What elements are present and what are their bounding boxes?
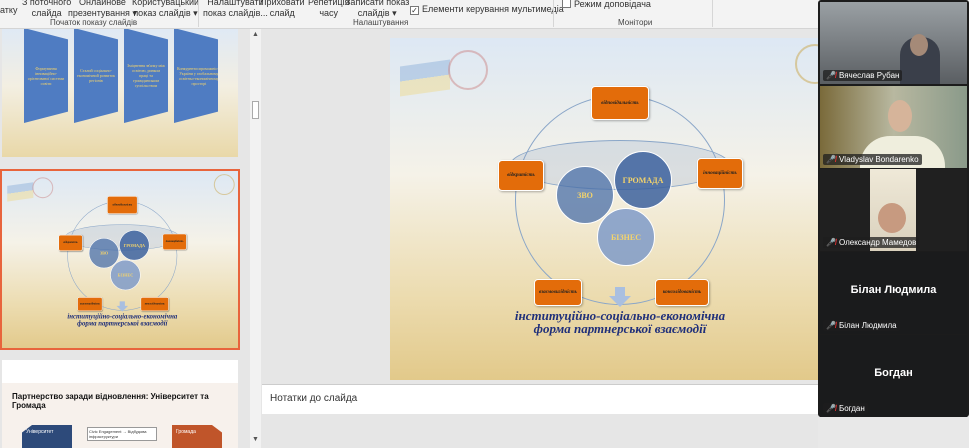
diagram-title-line2: форма партнерської взаємодії	[77, 319, 168, 327]
thumbnails-scrollbar[interactable]: ▲ ▼	[250, 29, 261, 448]
box-mutual-benefit: взаємовигідність	[534, 279, 582, 306]
box-responsibility: відповідальність	[591, 86, 649, 120]
down-arrow-icon	[609, 287, 631, 307]
thumb3-university: Університет	[22, 425, 72, 448]
ribbon-button-setup-show[interactable]: Налаштувати показ слайдів...	[203, 0, 268, 19]
emblem-icon	[213, 174, 235, 196]
thumb1-box: Формування інноваційно-орієнтованої сист…	[24, 29, 68, 123]
box-innovation: інноваційність	[162, 233, 187, 250]
presenter-mode-checkbox[interactable]: Режим доповідача	[562, 0, 651, 10]
notes-placeholder: Нотатки до слайда	[270, 393, 358, 404]
slide-thumbnail-2-selected[interactable]: ЗВО ГРОМАДА БІЗНЕС відповідальність відк…	[0, 169, 240, 350]
diagram-title: інституційно-соціально-економічна форма …	[54, 313, 190, 327]
mic-muted-icon: 🎤̸	[826, 404, 836, 413]
scroll-up-arrow[interactable]: ▲	[252, 31, 259, 38]
flag-image	[7, 182, 34, 202]
box-openness: відкритість	[58, 234, 83, 252]
participant-tile[interactable]: 🎤̸ Вячеслав Рубан	[820, 2, 967, 84]
circle-business: БІЗНЕС	[597, 208, 655, 266]
mic-muted-icon: 🎤̸	[826, 238, 836, 247]
notes-field[interactable]: Нотатки до слайда	[262, 384, 818, 414]
flag-image	[400, 59, 450, 97]
status-area	[818, 417, 969, 448]
ribbon-button-from-current[interactable]: З поточного слайда	[22, 0, 71, 19]
presenter-mode-label: Режим доповідача	[574, 0, 651, 9]
university-seal-icon	[448, 50, 488, 90]
participant-display-name: Білан Людмила	[850, 284, 937, 296]
box-consolidation: консолідованість	[140, 297, 169, 312]
ribbon-button-from-start[interactable]: атку	[0, 5, 17, 16]
box-openness: відкритість	[498, 160, 544, 191]
thumb3-community: Громада	[172, 425, 222, 448]
circle-hromada: ГРОМАДА	[119, 230, 150, 261]
thumb2-slide-preview: ЗВО ГРОМАДА БІЗНЕС відповідальність відк…	[2, 171, 238, 348]
scroll-down-arrow[interactable]: ▼	[252, 436, 259, 443]
group-label-monitors: Монітори	[618, 18, 653, 27]
outer-ring	[67, 200, 178, 311]
thumb1-box: Конкурентоспроможність України у глобаль…	[174, 29, 218, 123]
thumb3-title: Партнерство заради відновлення: Універси…	[12, 392, 209, 410]
group-label-start: Початок показу слайдів	[50, 18, 138, 27]
mic-muted-icon: 🎤̸	[826, 155, 836, 164]
group-label-setup: Налаштування	[353, 18, 409, 27]
ribbon-button-custom-show[interactable]: Користувацький показ слайдів ▾	[132, 0, 199, 19]
box-innovation: інноваційність	[697, 158, 743, 189]
divider	[553, 0, 554, 27]
thumb1-box: Зміцнення зв'язку між освітою, ринком пр…	[124, 29, 168, 123]
participant-tile[interactable]: 🎤̸ Олександр Мамедов	[820, 169, 967, 251]
circle-business: БІЗНЕС	[110, 259, 141, 291]
media-controls-label: Елементи керування мультимедіа	[422, 4, 564, 14]
box-consolidation: консолідованість	[655, 279, 709, 306]
participant-tile[interactable]: 🎤̸ Vladyslav Bondarenko	[820, 86, 967, 168]
mic-muted-icon: 🎤̸	[826, 71, 836, 80]
box-mutual-benefit: взаємовигідність	[77, 297, 103, 312]
outer-ring	[515, 95, 725, 305]
down-arrow-icon	[116, 301, 129, 312]
slide-thumbnail-1[interactable]: Формування інноваційно-орієнтованої сист…	[2, 29, 238, 157]
university-seal-icon	[32, 177, 54, 199]
ribbon-button-online-present[interactable]: Онлайнове презентування ▾	[68, 0, 137, 19]
divider	[198, 0, 199, 27]
participant-name: 🎤̸ Богдан	[823, 403, 868, 414]
slide-thumbnails-panel: Формування інноваційно-орієнтованої сист…	[0, 29, 250, 448]
thumb3-middle: Civic Engagement → Відбудова інфраструкт…	[87, 427, 157, 441]
participant-tile[interactable]: Білан Людмила 🎤̸ Білан Людмила	[820, 252, 967, 334]
video-participants-panel: 🎤̸ Вячеслав Рубан 🎤̸ Vladyslav Bondarenko …	[818, 0, 969, 417]
participant-name: 🎤̸ Білан Людмила	[823, 320, 900, 331]
thumb1-box: Сталий соціально-економічний розвиток ре…	[74, 29, 118, 123]
box-responsibility: відповідальність	[107, 196, 138, 214]
scrollbar-thumb[interactable]	[252, 101, 259, 119]
participant-name: 🎤̸ Vladyslav Bondarenko	[823, 154, 922, 165]
divider	[712, 0, 713, 27]
ribbon-button-hide-slide[interactable]: Приховати слайд	[260, 0, 305, 19]
ribbon-button-record[interactable]: Записати показ слайдів ▾	[345, 0, 409, 19]
participant-tile[interactable]: Богдан 🎤̸ Богдан	[820, 335, 967, 417]
circle-hromada: ГРОМАДА	[614, 151, 672, 209]
participant-name: 🎤̸ Олександр Мамедов	[823, 237, 920, 248]
participant-name: 🎤̸ Вячеслав Рубан	[823, 70, 903, 81]
diagram-title-line2: форма партнерської взаємодії	[533, 321, 707, 336]
participant-display-name: Богдан	[874, 367, 913, 379]
diagram-title: інституційно-соціально-економічна форма …	[490, 309, 750, 335]
ribbon-button-rehearse[interactable]: Репетиція часу	[308, 0, 349, 19]
mic-muted-icon: 🎤̸	[826, 321, 836, 330]
current-slide-canvas[interactable]: ЗВО ГРОМАДА БІЗНЕС відповідальність відк…	[390, 38, 843, 380]
media-controls-checkbox[interactable]: ✓ Елементи керування мультимедіа	[410, 4, 564, 15]
slide-thumbnail-3[interactable]: Партнерство заради відновлення: Універси…	[2, 360, 238, 448]
